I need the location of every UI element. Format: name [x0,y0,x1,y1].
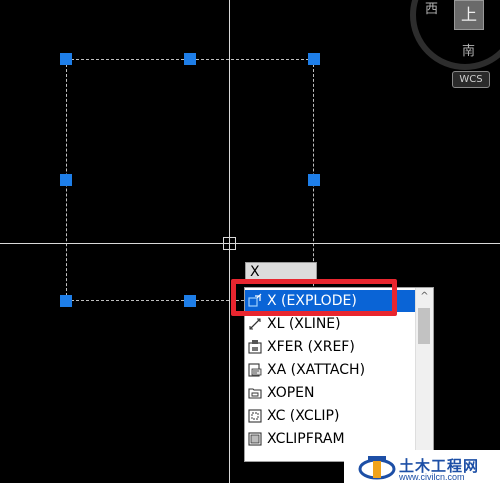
grip-top-left[interactable] [60,53,72,65]
xopen-icon [248,388,262,399]
grip-mid-right[interactable] [308,174,320,186]
autocomplete-item-xref[interactable]: XFER (XREF) [245,336,415,358]
watermark-logo-icon [358,456,396,480]
autocomplete-item-xclipframe[interactable]: XCLIPFRAM [245,428,415,450]
grip-bottom-left[interactable] [60,295,72,307]
autocomplete-item-xline[interactable]: XL (XLINE) [245,313,415,335]
xattach-icon [248,363,262,377]
drawing-canvas[interactable]: 上 西 南 WCS X X (EXPLODE) XL (XLINE) XFER … [0,0,500,483]
xclip-icon [248,409,262,423]
autocomplete-scrollbar[interactable]: ^ [415,288,433,461]
autocomplete-item-xattach[interactable]: XA (XATTACH) [245,359,415,381]
grip-mid-left[interactable] [60,174,72,186]
autocomplete-item-xopen[interactable]: XOPEN [245,382,415,404]
highlight-annotation-box [231,279,397,316]
autocomplete-item-label: XOPEN [267,385,315,401]
xref-icon [248,340,262,354]
autocomplete-item-label: XA (XATTACH) [267,362,366,378]
autocomplete-item-label: XFER (XREF) [267,339,355,355]
autocomplete-item-label: XC (XCLIP) [267,408,340,424]
xclipframe-icon [248,432,262,446]
grip-bottom-mid[interactable] [184,295,196,307]
grip-top-mid[interactable] [184,53,196,65]
crosshair-horizontal [0,243,500,244]
scroll-up-button[interactable]: ^ [416,288,433,305]
cursor-pickbox [223,237,236,250]
autocomplete-item-label: XL (XLINE) [267,316,341,332]
compass-west-label[interactable]: 西 [425,0,438,17]
xline-icon [249,318,261,330]
viewcube-top-face[interactable]: 上 [454,0,484,30]
autocomplete-item-label: XCLIPFRAM [267,431,345,447]
compass-south-label[interactable]: 南 [462,40,475,59]
autocomplete-item-xclip[interactable]: XC (XCLIP) [245,405,415,427]
grip-top-right[interactable] [308,53,320,65]
watermark-url: www.civilcn.com [399,472,465,482]
wcs-menu-button[interactable]: WCS [452,71,490,88]
scroll-thumb[interactable] [418,308,430,344]
